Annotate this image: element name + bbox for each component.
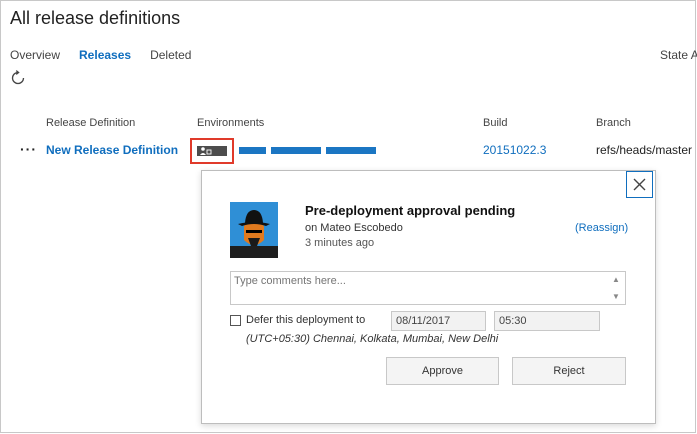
environment-status-bar[interactable] [271, 147, 321, 154]
close-icon [633, 178, 646, 191]
reject-button[interactable]: Reject [512, 357, 626, 385]
reassign-link[interactable]: (Reassign) [575, 222, 628, 234]
approve-button[interactable]: Approve [386, 357, 499, 385]
tab-releases[interactable]: Releases [79, 48, 131, 62]
timezone-label: (UTC+05:30) Chennai, Kolkata, Mumbai, Ne… [246, 333, 499, 345]
state-value: A [690, 48, 697, 62]
approver-name: on Mateo Escobedo [305, 222, 403, 234]
branch-name: refs/heads/master [596, 143, 693, 157]
build-link[interactable]: 20151022.3 [483, 143, 546, 157]
defer-checkbox[interactable] [230, 315, 241, 326]
more-actions-icon[interactable]: ··· [20, 141, 37, 157]
scroll-up-icon[interactable]: ▲ [612, 275, 620, 284]
approval-title: Pre-deployment approval pending [305, 203, 516, 218]
scroll-down-icon[interactable]: ▼ [612, 292, 620, 301]
defer-time-field[interactable]: 05:30 [494, 311, 600, 331]
environment-highlight[interactable] [190, 138, 234, 164]
approver-avatar [230, 202, 278, 258]
column-header-environments: Environments [197, 117, 265, 129]
defer-date-field[interactable]: 08/11/2017 [391, 311, 486, 331]
tab-deleted[interactable]: Deleted [150, 48, 191, 62]
tab-bar: Overview Releases Deleted [10, 48, 210, 62]
refresh-icon[interactable] [10, 70, 26, 91]
environment-status-bar[interactable] [239, 147, 266, 154]
release-definition-link[interactable]: New Release Definition [46, 143, 178, 157]
close-button[interactable] [626, 171, 653, 198]
column-header-release-definition: Release Definition [46, 117, 136, 129]
comments-input[interactable] [230, 271, 626, 305]
state-filter[interactable]: State A [660, 48, 697, 62]
pending-approval-icon[interactable] [197, 146, 227, 156]
column-header-build: Build [483, 117, 508, 129]
approval-time: 3 minutes ago [305, 237, 375, 249]
column-header-branch: Branch [596, 117, 631, 129]
environment-status-bar[interactable] [326, 147, 376, 154]
page-title: All release definitions [10, 8, 181, 28]
tab-overview[interactable]: Overview [10, 48, 60, 62]
defer-label: Defer this deployment to [246, 314, 366, 326]
state-label: State [660, 48, 689, 62]
